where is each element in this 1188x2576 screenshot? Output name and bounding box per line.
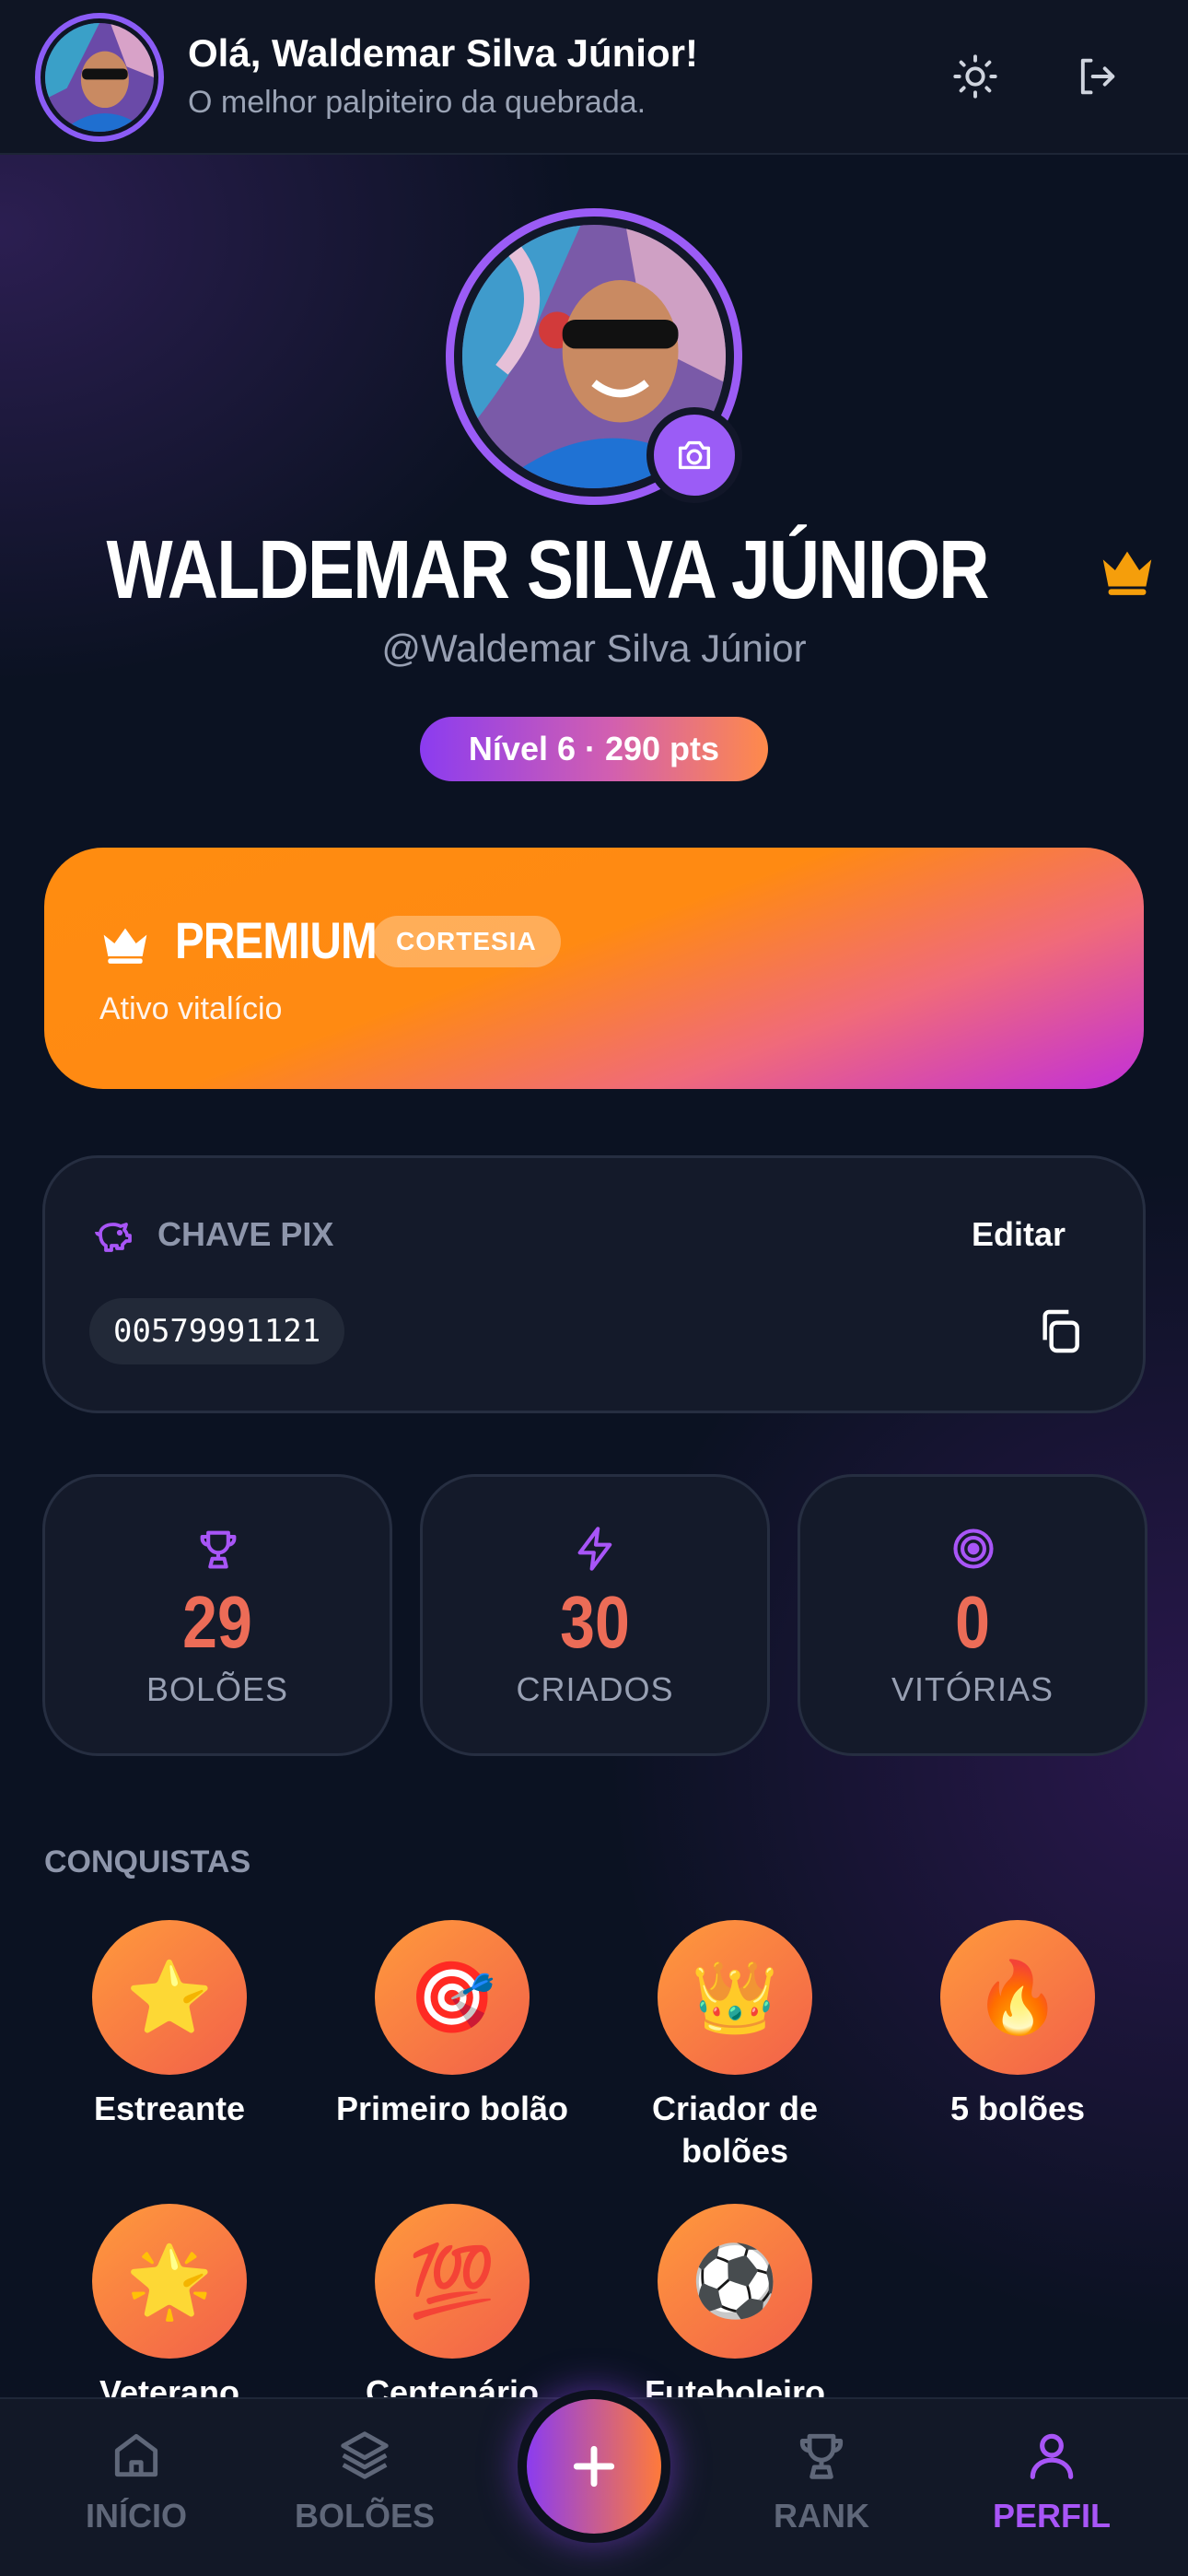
greeting-subtitle: O melhor palpiteiro da quebrada. xyxy=(188,85,646,120)
premium-card: PREMIUM CORTESIA Ativo vitalício xyxy=(44,848,1144,1089)
achievement-primeiro-bolao[interactable]: 🎯 Primeiro bolão xyxy=(314,1920,590,2130)
crown-icon: 👑 xyxy=(658,1920,812,2075)
stat-value: 0 xyxy=(955,1581,990,1663)
profile-screen: Olá, Waldemar Silva Júnior! O melhor pal… xyxy=(0,0,1188,2576)
nav-label: BOLÕES xyxy=(294,2497,435,2535)
premium-badge: CORTESIA xyxy=(372,916,561,967)
copy-icon[interactable] xyxy=(1034,1306,1086,1357)
stat-label: VITÓRIAS xyxy=(891,1670,1054,1708)
nav-item-perfil[interactable]: PERFIL xyxy=(960,2427,1144,2535)
trophy-icon xyxy=(200,1530,237,1569)
fire-icon: 🔥 xyxy=(940,1920,1095,2075)
profile-name-row: WALDEMAR SILVA JÚNIOR xyxy=(0,520,1188,621)
achievement-label: Estreante xyxy=(93,2090,246,2127)
nav-item-boloes[interactable]: BOLÕES xyxy=(273,2427,457,2535)
crown-icon xyxy=(103,928,147,964)
sun-icon xyxy=(953,54,997,99)
stat-value: 30 xyxy=(560,1581,630,1663)
nav-label: RANK xyxy=(774,2497,869,2535)
achievement-estreante[interactable]: ⭐ Estreante xyxy=(31,1920,308,2130)
premium-status: Ativo vitalício xyxy=(99,991,283,1026)
nav-item-rank[interactable]: RANK xyxy=(729,2427,914,2535)
top-bar: Olá, Waldemar Silva Júnior! O melhor pal… xyxy=(0,0,1188,155)
user-icon xyxy=(1030,2433,1074,2479)
soccer-ball-icon: ⚽ xyxy=(658,2204,812,2359)
piggy-bank-icon xyxy=(95,1223,132,1252)
star-icon: ⭐ xyxy=(92,1920,247,2075)
create-button[interactable] xyxy=(527,2399,661,2534)
create-button-ring xyxy=(518,2390,670,2543)
stat-card-boloes: 29 BOLÕES xyxy=(42,1474,392,1756)
stat-label: BOLÕES xyxy=(146,1670,289,1708)
pix-card: CHAVE PIX Editar 00579991121 xyxy=(42,1155,1146,1413)
target-icon: 🎯 xyxy=(375,1920,530,2075)
avatar-photo xyxy=(45,23,154,132)
profile-handle: @Waldemar Silva Júnior xyxy=(381,626,807,670)
profile-name: WALDEMAR SILVA JÚNIOR xyxy=(106,523,989,616)
crown-icon xyxy=(1102,551,1152,595)
greeting-title: Olá, Waldemar Silva Júnior! xyxy=(188,31,698,75)
pix-key-value: 00579991121 xyxy=(89,1298,345,1364)
stat-value: 29 xyxy=(182,1581,252,1663)
achievements-title: CONQUISTAS xyxy=(44,1844,251,1879)
achievement-label: Criador de bolões xyxy=(651,2090,819,2170)
achievement-label: Primeiro bolão xyxy=(335,2090,569,2127)
achievement-criador-de-boloes[interactable]: 👑 Criador de bolões xyxy=(597,1920,873,2172)
stat-card-criados: 30 CRIADOS xyxy=(420,1474,770,1756)
layers-icon xyxy=(341,2431,389,2479)
achievement-5-boloes[interactable]: 🔥 5 bolões xyxy=(879,1920,1156,2130)
achievement-centenario[interactable]: 💯 Centenário xyxy=(314,2204,590,2414)
logout-icon xyxy=(1080,58,1115,95)
logout-button[interactable] xyxy=(1065,44,1129,109)
home-icon xyxy=(114,2433,158,2477)
level-badge: Nível 6 · 290 pts xyxy=(420,717,768,781)
plus-icon xyxy=(573,2445,615,2488)
stat-card-vitorias: 0 VITÓRIAS xyxy=(798,1474,1147,1756)
glowing-star-icon: 🌟 xyxy=(92,2204,247,2359)
nav-label: INÍCIO xyxy=(85,2497,187,2535)
avatar[interactable] xyxy=(35,13,164,142)
lightning-icon xyxy=(577,1527,612,1571)
change-photo-button[interactable] xyxy=(646,407,742,503)
stat-label: CRIADOS xyxy=(516,1670,674,1708)
nav-item-inicio[interactable]: INÍCIO xyxy=(44,2427,228,2535)
hundred-points-icon: 💯 xyxy=(375,2204,530,2359)
pix-edit-button[interactable]: Editar xyxy=(972,1215,1066,1254)
camera-icon xyxy=(678,440,711,470)
premium-title: PREMIUM xyxy=(175,911,378,969)
achievement-veterano[interactable]: 🌟 Veterano xyxy=(31,2204,308,2414)
nav-label: PERFIL xyxy=(992,2497,1111,2535)
target-icon xyxy=(953,1528,994,1569)
achievement-label: 5 bolões xyxy=(949,2090,1086,2127)
achievement-futeboleiro[interactable]: ⚽ Futeboleiro xyxy=(597,2204,873,2414)
pix-title: CHAVE PIX xyxy=(157,1215,334,1253)
trophy-icon xyxy=(799,2433,844,2479)
theme-toggle-button[interactable] xyxy=(943,44,1007,109)
